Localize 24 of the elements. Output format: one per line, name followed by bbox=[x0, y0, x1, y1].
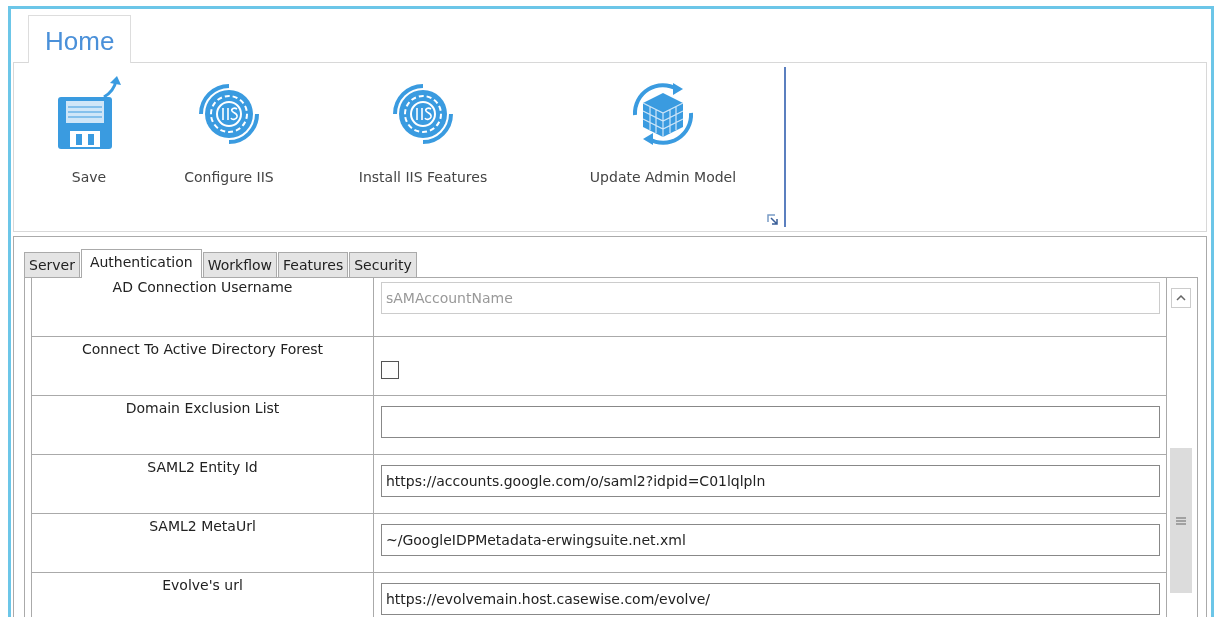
ribbon-button[interactable]: Configure IIS bbox=[164, 67, 294, 227]
tab[interactable]: Server bbox=[24, 252, 80, 277]
tab[interactable]: Features bbox=[278, 252, 349, 277]
ribbon-button[interactable]: Save bbox=[14, 67, 164, 227]
tab[interactable]: Authentication bbox=[80, 249, 202, 278]
input-field[interactable]: sAMAccountName bbox=[381, 282, 1160, 314]
property-name: SAML2 Entity Id bbox=[32, 455, 374, 513]
input-field[interactable]: ~/GoogleIDPMetadata-erwingsuite.net.xml bbox=[381, 524, 1160, 556]
input-field[interactable]: https://accounts.google.com/o/saml2?idpid=C01lqlpln bbox=[381, 465, 1160, 497]
scroll-thumb[interactable] bbox=[1170, 448, 1192, 593]
ribbon-button[interactable]: Update Admin Model bbox=[552, 67, 774, 227]
tab[interactable]: Workflow bbox=[202, 252, 277, 277]
property-name: SAML2 MetaUrl bbox=[32, 514, 374, 572]
property-name: Domain Exclusion List bbox=[32, 396, 374, 454]
scroll-up-icon[interactable] bbox=[1171, 288, 1191, 308]
checkbox[interactable] bbox=[381, 361, 399, 379]
tab[interactable]: Security bbox=[349, 252, 417, 277]
property-name: Connect To Active Directory Forest bbox=[32, 337, 374, 395]
property-name: AD Connection Username bbox=[32, 278, 374, 336]
property-name: Evolve's url bbox=[32, 573, 374, 617]
input-field[interactable]: https://evolvemain.host.casewise.com/evolve/ bbox=[381, 583, 1160, 615]
input-field[interactable] bbox=[381, 406, 1160, 438]
dialog-launcher-icon[interactable] bbox=[767, 214, 778, 225]
ribbon-button[interactable]: Install IIS Features bbox=[294, 67, 552, 227]
